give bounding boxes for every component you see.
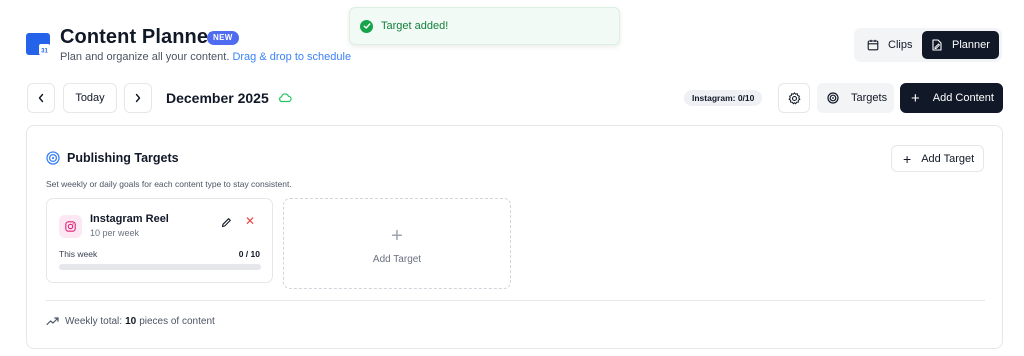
panel-description: Set weekly or daily goals for each conte…	[46, 179, 292, 189]
clips-label: Clips	[888, 39, 913, 51]
instagram-count-badge: Instagram: 0/10	[684, 90, 763, 106]
drag-drop-link[interactable]: Drag & drop to schedule	[232, 51, 351, 63]
check-circle-icon	[360, 19, 373, 33]
target-icon	[46, 151, 60, 165]
calendar-toolbar: Today December 2025 Instagram: 0/10 Targ…	[0, 83, 1024, 113]
weekly-total-suffix: pieces of content	[139, 316, 215, 327]
target-frequency: 10 per week	[90, 228, 140, 238]
add-target-card-label: Add Target	[372, 254, 422, 265]
chevron-left-icon	[38, 93, 44, 103]
chevron-right-icon	[135, 93, 141, 103]
close-icon[interactable]: ✕	[245, 215, 255, 227]
progress-bar	[59, 264, 261, 270]
page-title: Content Planner	[60, 26, 216, 48]
target-name: Instagram Reel	[90, 213, 169, 225]
success-toast: Target added!	[349, 7, 620, 45]
weekly-total: Weekly total: 10 pieces of content	[46, 316, 215, 327]
target-icon	[827, 92, 839, 104]
plus-icon: +	[391, 225, 403, 247]
add-target-button[interactable]: + Add Target	[891, 145, 984, 172]
plus-icon: +	[903, 150, 912, 167]
today-button[interactable]: Today	[63, 83, 117, 113]
plus-icon: +	[911, 89, 920, 107]
panel-title: Publishing Targets	[67, 151, 179, 165]
trending-up-icon	[46, 317, 59, 326]
weekly-total-prefix: Weekly total:	[65, 316, 123, 327]
cloud-icon	[279, 93, 292, 103]
edit-document-icon	[932, 39, 942, 51]
add-target-card[interactable]: + Add Target	[283, 198, 511, 289]
current-month-label: December 2025	[166, 90, 269, 106]
planner-label: Planner	[952, 39, 990, 51]
next-month-button[interactable]	[124, 83, 152, 113]
period-label: This week	[59, 249, 98, 259]
toast-message: Target added!	[381, 20, 449, 32]
gear-icon	[788, 91, 800, 104]
targets-button[interactable]: Targets	[817, 83, 894, 113]
add-content-button[interactable]: + Add Content	[900, 83, 1003, 113]
instagram-icon	[59, 215, 82, 238]
progress-text: 0 / 10	[238, 249, 260, 259]
targets-label: Targets	[851, 92, 888, 104]
divider	[46, 300, 985, 301]
calendar-app-icon: 31	[26, 33, 50, 55]
settings-button[interactable]	[778, 83, 810, 113]
pencil-icon[interactable]	[221, 217, 232, 228]
app-icon-day: 31	[41, 49, 48, 55]
page-subtitle: Plan and organize all your content. Drag…	[60, 51, 351, 63]
planner-view-button[interactable]: Planner	[922, 31, 999, 59]
target-card: Instagram Reel 10 per week ✕ This week 0…	[46, 198, 273, 283]
publishing-targets-panel: Publishing Targets Set weekly or daily g…	[26, 125, 1003, 349]
clips-view-button[interactable]: Clips	[858, 31, 920, 59]
previous-month-button[interactable]	[27, 83, 55, 113]
new-badge: NEW	[207, 31, 239, 45]
weekly-total-count: 10	[125, 316, 137, 327]
view-toggle: Clips Planner	[854, 28, 1002, 62]
calendar-icon	[867, 39, 879, 51]
subtitle-text: Plan and organize all your content.	[60, 51, 230, 63]
add-target-label: Add Target	[921, 152, 975, 165]
add-content-label: Add Content	[932, 92, 994, 104]
